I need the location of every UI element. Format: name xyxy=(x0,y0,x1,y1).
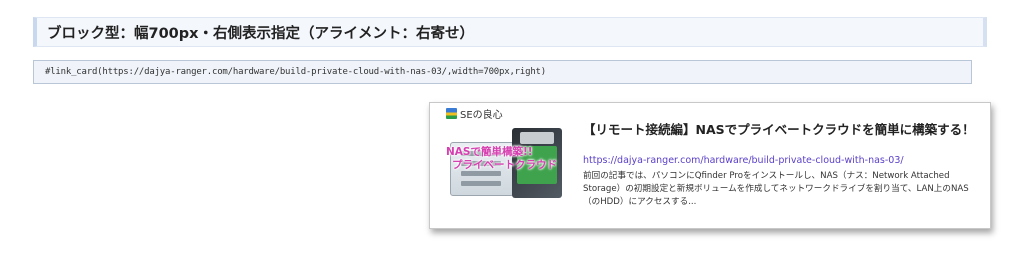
thumbnail-caption: NASで簡単構築!! プライベートクラウド xyxy=(446,146,564,172)
code-block: #link_card(https://dajya-ranger.com/hard… xyxy=(33,60,972,84)
site-header: SEの良心 xyxy=(446,106,503,121)
card-thumbnail[interactable]: NASで簡単構築!! プライベートクラウド xyxy=(446,120,564,200)
thumbnail-caption-line1: NASで簡単構築!! xyxy=(446,146,533,158)
site-name: SEの良心 xyxy=(460,110,503,121)
link-card[interactable]: SEの良心 NASで簡単構築!! プライベートクラウド 【リモート接続編】NAS… xyxy=(429,102,991,229)
site-favicon-icon xyxy=(446,108,457,119)
thumbnail-caption-line2: プライベートクラウド xyxy=(452,159,557,171)
card-url[interactable]: https://dajya-ranger.com/hardware/build-… xyxy=(583,155,904,166)
card-description: 前回の記事では、パソコンにQfinder Proをインストールし、NAS（ナス：… xyxy=(583,171,969,207)
section-heading: ブロック型：幅700px・右側表示指定（アライメント：右寄せ） xyxy=(33,17,987,47)
card-title[interactable]: 【リモート接続編】NASでプライベートクラウドを簡単に構築する！ xyxy=(583,121,978,138)
